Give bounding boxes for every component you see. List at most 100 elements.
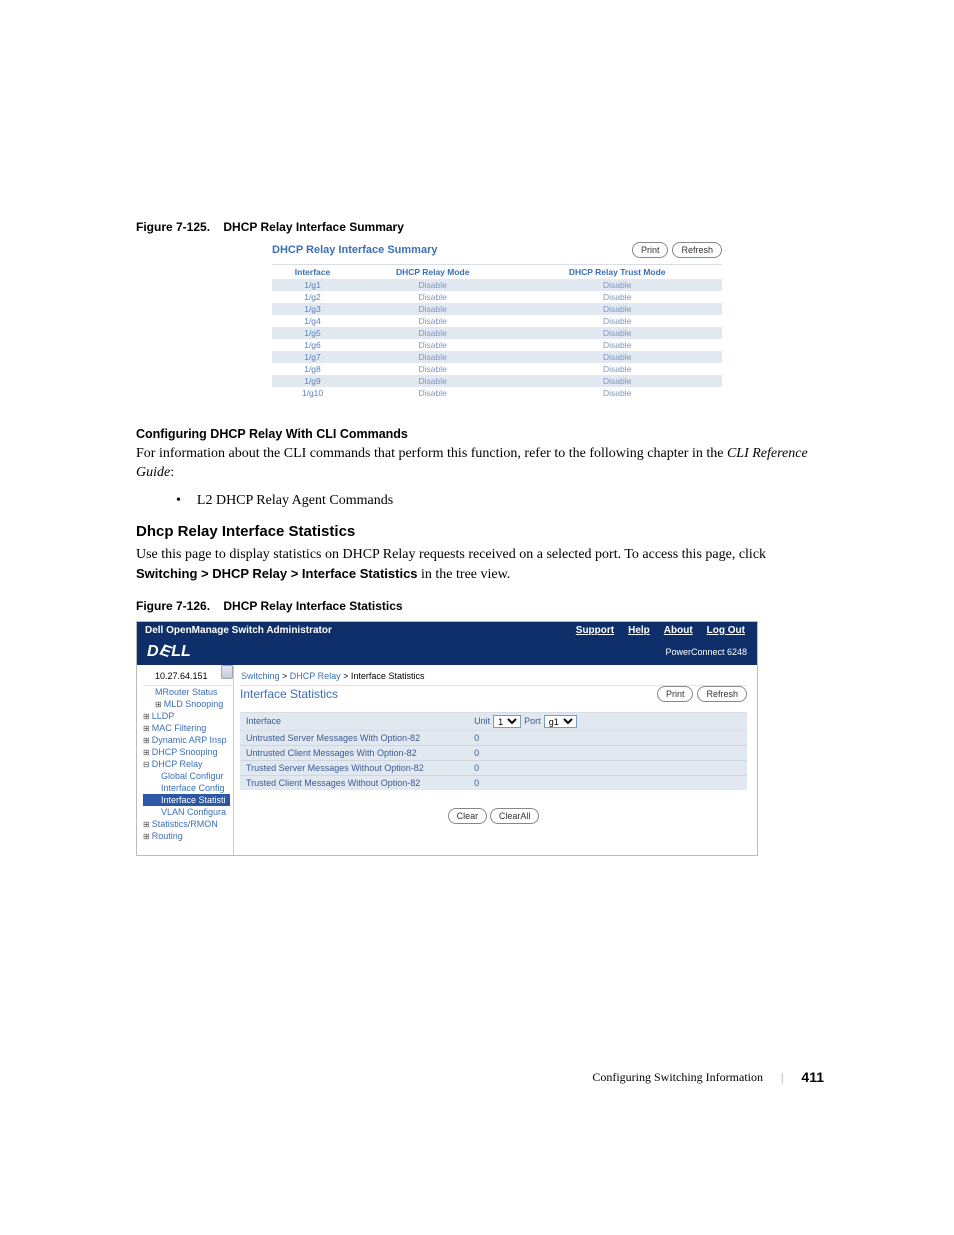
footer-text: Configuring Switching Information <box>592 1070 763 1085</box>
cell-interface: 1/g5 <box>272 327 353 339</box>
cell-interface: 1/g9 <box>272 375 353 387</box>
tree-mac-filtering[interactable]: ⊞MAC Filtering <box>143 722 233 734</box>
tree-dynamic-arp[interactable]: ⊞Dynamic ARP Insp <box>143 734 233 746</box>
print-button[interactable]: Print <box>657 686 694 702</box>
subheading-cli: Configuring DHCP Relay With CLI Commands <box>136 427 828 441</box>
clear-button[interactable]: Clear <box>448 808 488 824</box>
table-row: 1/g1DisableDisable <box>272 279 722 291</box>
device-name: PowerConnect 6248 <box>665 647 747 657</box>
app-title: Dell OpenManage Switch Administrator <box>137 625 576 636</box>
clear-all-button[interactable]: ClearAll <box>490 808 540 824</box>
admin-titlebar: Dell OpenManage Switch Administrator Sup… <box>137 622 757 639</box>
table-row: Untrusted Client Messages With Option-82… <box>240 745 747 760</box>
table-row: 1/g2DisableDisable <box>272 291 722 303</box>
tree-lldp[interactable]: ⊞LLDP <box>143 710 233 722</box>
cell-trust: Disable <box>512 327 722 339</box>
tree-interface-statistics[interactable]: Interface Statisti <box>143 794 230 806</box>
admin-logo-row: DELL PowerConnect 6248 <box>137 639 757 665</box>
cell-trust: Disable <box>512 303 722 315</box>
breadcrumb-dhcp-relay[interactable]: DHCP Relay <box>290 671 341 681</box>
col-trust: DHCP Relay Trust Mode <box>512 265 722 280</box>
interface-label: Interface <box>240 712 468 730</box>
panel-title: DHCP Relay Interface Summary <box>272 244 437 256</box>
tree-dhcp-snooping[interactable]: ⊞DHCP Snooping <box>143 746 233 758</box>
logout-link[interactable]: Log Out <box>707 625 745 636</box>
table-row: 1/g10DisableDisable <box>272 387 722 399</box>
help-link[interactable]: Help <box>628 625 650 636</box>
summary-table: Interface DHCP Relay Mode DHCP Relay Tru… <box>272 264 722 399</box>
cell-trust: Disable <box>512 363 722 375</box>
page-footer: Configuring Switching Information | 411 <box>0 1069 954 1085</box>
table-row: Trusted Client Messages Without Option-8… <box>240 775 747 790</box>
cell-mode: Disable <box>353 351 512 363</box>
nav-path: Switching > DHCP Relay > Interface Stati… <box>136 566 418 581</box>
cell-mode: Disable <box>353 363 512 375</box>
statistics-table: Interface Unit 1 Port g1 Untrusted Serve… <box>240 712 747 790</box>
section-paragraph: Use this page to display statistics on D… <box>136 546 828 585</box>
scroll-thumb[interactable] <box>221 665 233 679</box>
cell-trust: Disable <box>512 315 722 327</box>
port-label: Port <box>524 716 541 726</box>
figure-125-caption: Figure 7-125. DHCP Relay Interface Summa… <box>136 220 828 234</box>
cell-mode: Disable <box>353 387 512 399</box>
cell-mode: Disable <box>353 339 512 351</box>
stat-label: Trusted Client Messages Without Option-8… <box>240 775 468 790</box>
figure-126-caption: Figure 7-126. DHCP Relay Interface Stati… <box>136 599 828 613</box>
nav-tree: 10.27.64.151 MRouter Status ⊞MLD Snoopin… <box>137 665 234 855</box>
stat-value: 0 <box>468 760 747 775</box>
about-link[interactable]: About <box>664 625 693 636</box>
tree-mrouter-status[interactable]: MRouter Status <box>143 686 233 698</box>
tree-global-config[interactable]: Global Configur <box>143 770 233 782</box>
cell-trust: Disable <box>512 339 722 351</box>
cli-paragraph: For information about the CLI commands t… <box>136 445 828 483</box>
table-row: 1/g4DisableDisable <box>272 315 722 327</box>
cell-mode: Disable <box>353 327 512 339</box>
content-pane: Switching > DHCP Relay > Interface Stati… <box>234 665 757 855</box>
cell-mode: Disable <box>353 303 512 315</box>
cell-interface: 1/g1 <box>272 279 353 291</box>
support-link[interactable]: Support <box>576 625 614 636</box>
cell-interface: 1/g3 <box>272 303 353 315</box>
cell-trust: Disable <box>512 291 722 303</box>
table-row: 1/g6DisableDisable <box>272 339 722 351</box>
table-row: 1/g9DisableDisable <box>272 375 722 387</box>
footer-separator: | <box>781 1070 783 1085</box>
refresh-button[interactable]: Refresh <box>672 242 722 258</box>
stat-value: 0 <box>468 745 747 760</box>
table-row: 1/g7DisableDisable <box>272 351 722 363</box>
cell-trust: Disable <box>512 387 722 399</box>
unit-label: Unit <box>474 716 490 726</box>
dell-logo: DELL <box>147 643 191 661</box>
panel-title: Interface Statistics <box>240 687 338 701</box>
tree-statistics-rmon[interactable]: ⊞Statistics/RMON <box>143 818 233 830</box>
tree-routing[interactable]: ⊞Routing <box>143 830 233 842</box>
sidebar-ip: 10.27.64.151 <box>143 669 233 686</box>
unit-select[interactable]: 1 <box>493 715 521 728</box>
print-button[interactable]: Print <box>632 242 669 258</box>
col-mode: DHCP Relay Mode <box>353 265 512 280</box>
stat-value: 0 <box>468 775 747 790</box>
bullet-item: • L2 DHCP Relay Agent Commands <box>176 493 828 509</box>
cell-mode: Disable <box>353 291 512 303</box>
tree-mld-snooping[interactable]: ⊞MLD Snooping <box>143 698 233 710</box>
figure-number: Figure 7-125. <box>136 220 210 234</box>
para-colon: : <box>170 465 174 480</box>
cell-mode: Disable <box>353 375 512 387</box>
figure-number: Figure 7-126. <box>136 599 210 613</box>
table-row: 1/g3DisableDisable <box>272 303 722 315</box>
breadcrumb-switching[interactable]: Switching <box>241 671 280 681</box>
bullet-icon: • <box>176 493 181 509</box>
tree-vlan-config[interactable]: VLAN Configura <box>143 806 233 818</box>
dhcp-relay-interface-summary-panel: DHCP Relay Interface Summary Print Refre… <box>272 242 722 399</box>
cell-trust: Disable <box>512 351 722 363</box>
refresh-button[interactable]: Refresh <box>697 686 747 702</box>
stat-value: 0 <box>468 730 747 745</box>
port-select[interactable]: g1 <box>544 715 577 728</box>
table-row: 1/g5DisableDisable <box>272 327 722 339</box>
breadcrumb: Switching > DHCP Relay > Interface Stati… <box>241 667 424 685</box>
cell-interface: 1/g4 <box>272 315 353 327</box>
table-row: Trusted Server Messages Without Option-8… <box>240 760 747 775</box>
tree-dhcp-relay[interactable]: ⊟DHCP Relay <box>143 758 233 770</box>
tree-interface-config[interactable]: Interface Config <box>143 782 233 794</box>
table-row: Untrusted Server Messages With Option-82… <box>240 730 747 745</box>
